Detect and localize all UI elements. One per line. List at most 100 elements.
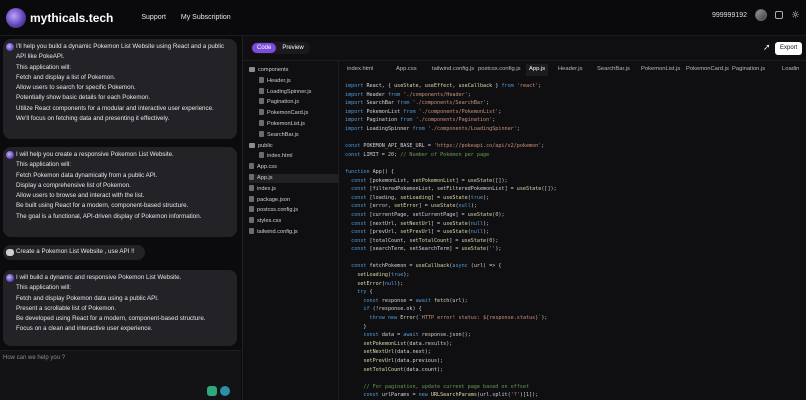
code-line: if (!response.ok) { [363, 306, 422, 313]
code-editor[interactable]: import React, { useState, useEffect, use… [345, 82, 805, 400]
editor-tab[interactable]: App.css [393, 64, 420, 76]
code-line: } [345, 323, 367, 330]
file-tree-file[interactable]: tailwind.config.js [249, 228, 339, 237]
code-line: setTotalCount(data.count); [363, 366, 444, 373]
message-line: The goal is a functional, API-driven dis… [16, 212, 202, 220]
file-icon [259, 130, 264, 137]
file-tree-file[interactable]: LoadingSpinner.js [259, 87, 339, 97]
file-name: index.html [267, 153, 293, 160]
tab-preview[interactable]: Preview [277, 43, 308, 53]
message-line: Display a comprehensive list of Pokemon. [16, 181, 131, 189]
code-line: throw new Error(`HTTP error! status: ${r… [369, 315, 548, 322]
nav-subscription[interactable]: My Subscription [181, 14, 231, 21]
file-tree-file[interactable]: Header.js [259, 76, 339, 86]
code-line: const response = await fetch(url); [363, 297, 468, 304]
file-name: App.js [257, 175, 273, 181]
code-line: const POKEMON_API_BASE_URL = 'https://po… [345, 143, 545, 150]
code-line: function App() { [345, 168, 395, 175]
message-line: I will build a dynamic and responsive Po… [16, 274, 182, 281]
code-line: const fetchPokemon = useCallback(async (… [351, 263, 502, 270]
file-name: LoadingSpinner.js [267, 88, 312, 95]
sidebar-toggle-icon[interactable] [775, 11, 784, 19]
editor-tab[interactable]: tailwind.config.js [429, 64, 477, 76]
file-tree-folder[interactable]: components [249, 66, 339, 75]
chat-message-4: I will build a dynamic and responsive Po… [3, 270, 237, 346]
deploy-rocket-icon[interactable]: ➚ [763, 43, 771, 53]
code-line: setPokemonList(data.results); [363, 340, 453, 347]
editor-tab[interactable]: PokemonList.js [638, 64, 683, 76]
file-icon [249, 228, 254, 234]
editor-tab[interactable]: Pagination.js [729, 64, 768, 76]
file-tree-file[interactable]: App.css [249, 163, 339, 172]
file-name: package.json [257, 196, 290, 203]
message-line: Present a scrollable list of Pokemon. [16, 304, 117, 312]
file-tree-file[interactable]: styles.css [249, 217, 339, 226]
chat-message-1: I'll help you build a dynamic Pokemon Li… [3, 39, 237, 139]
file-icon [249, 163, 254, 170]
file-tree-folder[interactable]: public [249, 142, 339, 151]
file-tree-file[interactable]: SearchBar.js [259, 130, 339, 140]
file-name: components [258, 67, 289, 73]
message-line: Potentially show basic details for each … [16, 94, 151, 102]
sun-icon[interactable]: ☼ [791, 10, 800, 21]
message-line: Fetch Pokemon data dynamically from a pu… [16, 171, 158, 179]
file-name: Pagination.js [267, 99, 300, 106]
editor-tab[interactable]: Loadin [779, 64, 802, 76]
file-icon [249, 195, 254, 202]
message-line: This application will: [16, 161, 72, 169]
brand-logo[interactable]: mythicals.tech [6, 7, 113, 28]
editor-tab[interactable]: index.html [344, 64, 376, 76]
file-icon [249, 174, 254, 180]
chat-input-area: How can we help you ? [0, 350, 241, 400]
file-name: postcss.config.js [257, 207, 299, 214]
chat-input[interactable]: How can we help you ? [3, 355, 233, 369]
user-message-text: Create a Pokemon List Website , use API … [16, 248, 135, 255]
file-name: SearchBar.js [267, 131, 299, 138]
file-icon [259, 152, 264, 159]
code-line: const [currentPage, setCurrentPage] = us… [351, 211, 505, 218]
code-line: const [prevUrl, setPrevUrl] = useState(n… [351, 229, 490, 236]
enhance-icon[interactable] [220, 386, 230, 396]
export-button[interactable]: Export [775, 42, 803, 55]
file-name: PokemonCard.js [267, 110, 309, 117]
code-line: const [searchTerm, setSearchTerm] = useS… [351, 246, 502, 253]
file-tree-file[interactable]: postcss.config.js [249, 206, 339, 215]
message-line: Utilize React components for a modular a… [16, 104, 214, 112]
message-line: Focus on a clean and interactive user ex… [16, 325, 153, 333]
file-tree-file[interactable]: package.json [249, 195, 339, 205]
attach-icon[interactable] [207, 386, 217, 396]
file-tree-file[interactable]: index.js [249, 184, 339, 194]
editor-tab[interactable]: SearchBar.js [594, 64, 633, 76]
code-line: const urlParams = new URLSearchParams(ur… [363, 392, 539, 399]
message-line: We'll focus on fetching data and present… [16, 115, 170, 123]
file-icon [259, 76, 264, 83]
file-icon [259, 109, 264, 116]
file-tree-file[interactable]: index.html [259, 152, 339, 161]
code-line: const [nextUrl, setNextUrl] = useState(n… [351, 220, 490, 227]
file-icon [249, 206, 254, 213]
message-line: Fetch and display Pokemon data using a p… [16, 294, 159, 302]
file-icon [259, 87, 264, 94]
editor-tab[interactable]: Header.js [555, 64, 586, 76]
file-name: PokemonList.js [267, 121, 305, 127]
editor-tab[interactable]: PokemonCard.js [683, 64, 732, 76]
top-bar: mythicals.tech Support My Subscription 9… [0, 0, 806, 36]
file-icon [259, 120, 264, 126]
editor-tab[interactable]: App.js [526, 64, 549, 76]
workspace-toolbar: Code Preview ➚ Export [243, 36, 806, 61]
message-line: I'll help you build a dynamic Pokemon Li… [16, 43, 225, 61]
top-right-area: 999999192 ☼ [712, 9, 800, 21]
file-tree-file[interactable]: App.js [249, 174, 339, 183]
file-tree-file[interactable]: PokemonCard.js [259, 109, 339, 118]
tab-code[interactable]: Code [252, 43, 277, 53]
file-tree-file[interactable]: PokemonList.js [259, 120, 339, 129]
file-tree-file[interactable]: Pagination.js [259, 98, 339, 107]
editor-tab[interactable]: postcss.config.js [475, 64, 524, 76]
nav-support[interactable]: Support [141, 14, 166, 21]
file-icon [249, 184, 254, 191]
avatar[interactable] [755, 9, 768, 21]
code-line: const [loading, setLoading] = useState(t… [351, 194, 490, 201]
code-line: import Pagination from './components/Pag… [345, 117, 496, 124]
code-line: import SearchBar from './components/Sear… [345, 100, 490, 107]
file-name: Header.js [267, 77, 291, 84]
